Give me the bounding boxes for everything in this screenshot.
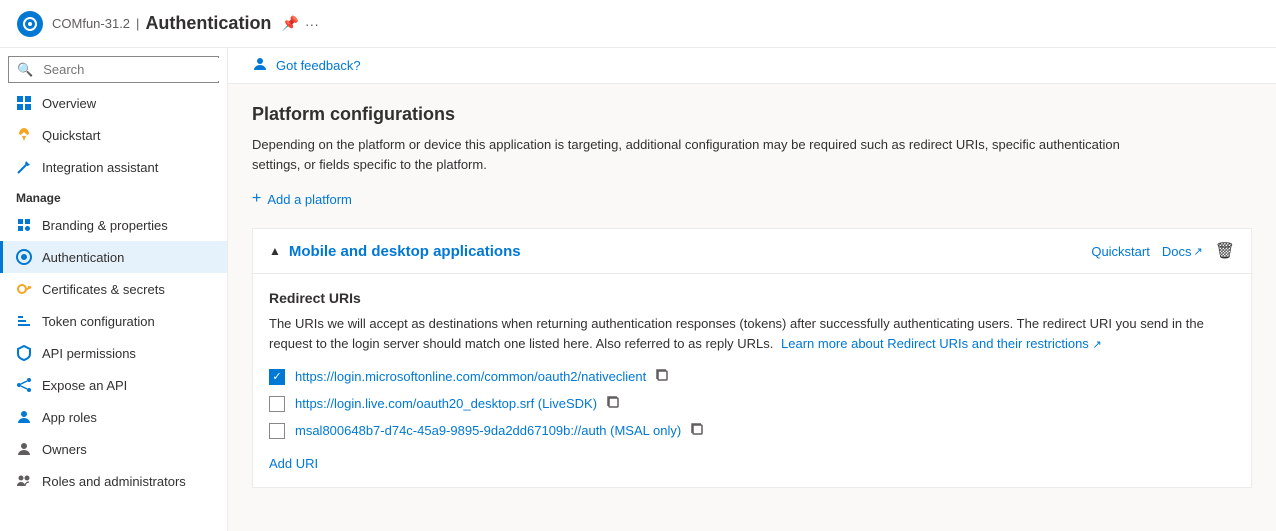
auth-icon bbox=[16, 249, 32, 265]
external-link-icon: ↗ bbox=[1193, 245, 1202, 258]
palette-icon bbox=[16, 217, 32, 233]
platform-card-title: Mobile and desktop applications bbox=[289, 243, 1091, 260]
add-uri-button[interactable]: Add URI bbox=[269, 456, 318, 471]
app-name: COMfun-31.2 bbox=[52, 16, 130, 31]
sidebar-item-app-roles-label: App roles bbox=[42, 410, 97, 425]
sidebar-item-app-roles[interactable]: App roles bbox=[0, 401, 227, 433]
more-icon[interactable]: ··· bbox=[305, 16, 319, 32]
platform-card-body: Redirect URIs The URIs we will accept as… bbox=[253, 274, 1251, 487]
sidebar-item-token-config[interactable]: Token configuration bbox=[0, 305, 227, 337]
sidebar-item-expose-api-label: Expose an API bbox=[42, 378, 127, 393]
add-platform-label: Add a platform bbox=[267, 192, 352, 207]
collapse-chevron-icon[interactable]: ▲ bbox=[269, 244, 281, 258]
platform-card: ▲ Mobile and desktop applications Quicks… bbox=[252, 228, 1252, 488]
sidebar-item-quickstart-label: Quickstart bbox=[42, 128, 101, 143]
redirect-uris-title: Redirect URIs bbox=[269, 290, 1235, 306]
redirect-desc: The URIs we will accept as destinations … bbox=[269, 314, 1219, 353]
sidebar-item-owners[interactable]: Owners bbox=[0, 433, 227, 465]
docs-label: Docs bbox=[1162, 244, 1192, 259]
sidebar-item-owners-label: Owners bbox=[42, 442, 87, 457]
uri-checkbox-1[interactable] bbox=[269, 369, 285, 385]
uri-copy-icon-2[interactable] bbox=[605, 394, 621, 413]
shield-icon bbox=[16, 345, 32, 361]
sidebar-item-authentication[interactable]: Authentication bbox=[0, 241, 227, 273]
delete-platform-icon[interactable]: 🗑 bbox=[1215, 241, 1235, 261]
feedback-bar: Got feedback? bbox=[228, 48, 1276, 84]
rocket-icon bbox=[16, 127, 32, 143]
platform-card-actions: Quickstart Docs ↗ 🗑 bbox=[1091, 241, 1235, 261]
sidebar-item-integration-label: Integration assistant bbox=[42, 160, 158, 175]
bars-icon bbox=[16, 313, 32, 329]
app-logo bbox=[16, 10, 44, 38]
uri-copy-icon-3[interactable] bbox=[689, 421, 705, 440]
plus-icon: + bbox=[252, 190, 261, 208]
content-area: Platform configurations Depending on the… bbox=[228, 84, 1276, 531]
docs-link[interactable]: Docs ↗ bbox=[1162, 244, 1203, 259]
uri-link-1[interactable]: https://login.microsoftonline.com/common… bbox=[295, 369, 646, 384]
share-icon bbox=[16, 377, 32, 393]
grid-icon bbox=[16, 95, 32, 111]
uri-row-2: https://login.live.com/oauth20_desktop.s… bbox=[269, 394, 1235, 413]
uri-link-3[interactable]: msal800648b7-d74c-45a9-9895-9da2dd67109b… bbox=[295, 423, 681, 438]
wand-icon bbox=[16, 159, 32, 175]
platform-card-header: ▲ Mobile and desktop applications Quicks… bbox=[253, 229, 1251, 274]
search-icon: 🔍 bbox=[9, 58, 37, 82]
feedback-person-icon bbox=[252, 56, 268, 75]
sidebar-item-api-permissions-label: API permissions bbox=[42, 346, 136, 361]
sidebar-item-token-label: Token configuration bbox=[42, 314, 155, 329]
pin-icon[interactable]: 📌 bbox=[281, 15, 298, 32]
sidebar-item-api-permissions[interactable]: API permissions bbox=[0, 337, 227, 369]
uri-copy-icon-1[interactable] bbox=[654, 367, 670, 386]
key-icon bbox=[16, 281, 32, 297]
sidebar-item-certificates-label: Certificates & secrets bbox=[42, 282, 165, 297]
people-icon bbox=[16, 473, 32, 489]
person-icon bbox=[16, 409, 32, 425]
uri-row-3: msal800648b7-d74c-45a9-9895-9da2dd67109b… bbox=[269, 421, 1235, 440]
sidebar-item-integration[interactable]: Integration assistant bbox=[0, 151, 227, 183]
sidebar-item-overview[interactable]: Overview bbox=[0, 87, 227, 119]
sidebar-item-authentication-label: Authentication bbox=[42, 250, 124, 265]
main-content: Got feedback? Platform configurations De… bbox=[228, 48, 1276, 531]
uri-row-1: https://login.microsoftonline.com/common… bbox=[269, 367, 1235, 386]
uri-checkbox-3[interactable] bbox=[269, 423, 285, 439]
sidebar-item-roles-admins[interactable]: Roles and administrators bbox=[0, 465, 227, 497]
quickstart-link[interactable]: Quickstart bbox=[1091, 244, 1150, 259]
sidebar-item-branding-label: Branding & properties bbox=[42, 218, 168, 233]
owners-icon bbox=[16, 441, 32, 457]
search-input[interactable] bbox=[43, 58, 223, 81]
layout: 🔍 ≪ Overview Quickstart Integration assi… bbox=[0, 48, 1276, 531]
uri-link-2[interactable]: https://login.live.com/oauth20_desktop.s… bbox=[295, 396, 597, 411]
external-link-small-icon: ↗ bbox=[1092, 339, 1101, 351]
sidebar-item-certificates[interactable]: Certificates & secrets bbox=[0, 273, 227, 305]
top-bar: COMfun-31.2 | Authentication 📌 ··· bbox=[0, 0, 1276, 48]
separator: | bbox=[136, 16, 139, 31]
sidebar-item-quickstart[interactable]: Quickstart bbox=[0, 119, 227, 151]
sidebar-item-roles-admins-label: Roles and administrators bbox=[42, 474, 186, 489]
sidebar-item-overview-label: Overview bbox=[42, 96, 96, 111]
page-title: Authentication bbox=[145, 13, 271, 34]
sidebar-item-expose-api[interactable]: Expose an API bbox=[0, 369, 227, 401]
add-platform-button[interactable]: + Add a platform bbox=[252, 190, 352, 208]
redirect-learn-more-link[interactable]: Learn more about Redirect URIs and their… bbox=[781, 336, 1089, 351]
platform-config-title: Platform configurations bbox=[252, 104, 1252, 125]
platform-config-desc: Depending on the platform or device this… bbox=[252, 135, 1152, 174]
sidebar: 🔍 ≪ Overview Quickstart Integration assi… bbox=[0, 48, 228, 531]
sidebar-item-branding[interactable]: Branding & properties bbox=[0, 209, 227, 241]
uri-checkbox-2[interactable] bbox=[269, 396, 285, 412]
manage-section-label: Manage bbox=[0, 183, 227, 209]
feedback-button[interactable]: Got feedback? bbox=[276, 58, 361, 73]
